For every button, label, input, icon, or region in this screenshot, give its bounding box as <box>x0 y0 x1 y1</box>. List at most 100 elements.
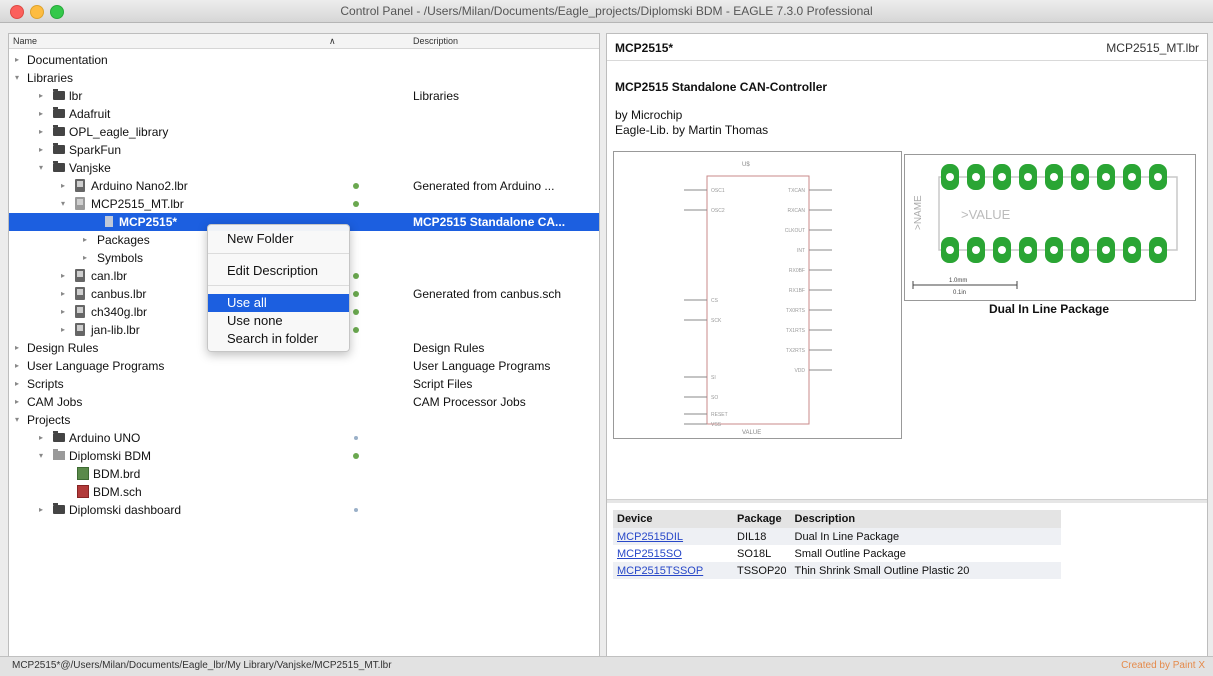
column-description[interactable]: Description <box>413 36 458 46</box>
tree-item-diplomski-dashboard[interactable]: ▸ Diplomski dashboard <box>9 501 599 519</box>
description-cell: Small Outline Package <box>794 547 906 560</box>
tree-item-adafruit[interactable]: ▸ Adafruit <box>9 105 599 123</box>
tree-item-projects[interactable]: ▾ Projects <box>9 411 599 429</box>
package-label: Dual In Line Package <box>988 302 1110 316</box>
expand-arrow-icon[interactable]: ▸ <box>39 123 49 141</box>
pad-drill-hole <box>1154 173 1162 181</box>
symbol-pin-label: SO <box>711 395 718 401</box>
tree-item-mcp2515-mt-lbr[interactable]: ▾ MCP2515_MT.lbr <box>9 195 599 213</box>
collapse-arrow-icon[interactable]: ▾ <box>15 411 25 429</box>
symbol-name-text: U$ <box>742 162 750 168</box>
menu-item-search-in-folder[interactable]: Search in folder <box>208 330 349 348</box>
tree-item-scripts[interactable]: ▸ Scripts Script Files <box>9 375 599 393</box>
tree-item-arduino-uno[interactable]: ▸ Arduino UNO <box>9 429 599 447</box>
library-file-icon <box>75 323 85 336</box>
in-use-indicator-icon[interactable] <box>353 273 359 279</box>
device-link[interactable]: MCP2515SO <box>613 545 733 562</box>
expand-arrow-icon[interactable]: ▸ <box>15 339 25 357</box>
not-in-use-indicator-icon[interactable] <box>354 508 358 512</box>
expand-arrow-icon[interactable]: ▸ <box>15 393 25 411</box>
tree-item-sparkfun[interactable]: ▸ SparkFun <box>9 141 599 159</box>
description-cell: Thin Shrink Small Outline Plastic 20 <box>794 564 970 577</box>
tree-item-description: Generated from canbus.sch <box>413 287 562 301</box>
in-use-indicator-icon[interactable] <box>353 183 359 189</box>
tree-item-bdm-brd[interactable]: BDM.brd <box>9 465 599 483</box>
in-use-indicator-icon[interactable] <box>353 201 359 207</box>
pad-drill-hole <box>1076 246 1084 254</box>
expand-arrow-icon[interactable]: ▸ <box>39 501 49 519</box>
expand-arrow-icon[interactable]: ▸ <box>61 177 71 195</box>
menu-item-edit-description[interactable]: Edit Description <box>208 262 349 280</box>
in-use-indicator-icon[interactable] <box>353 291 359 297</box>
collapse-arrow-icon[interactable]: ▾ <box>15 69 25 87</box>
tree-item-bdm-sch[interactable]: BDM.sch <box>9 483 599 501</box>
table-row[interactable]: MCP2515TSSOP TSSOP20 Thin Shrink Small O… <box>613 562 1061 579</box>
tree-item-description: User Language Programs <box>413 359 551 373</box>
menu-item-use-all[interactable]: Use all <box>208 294 349 312</box>
expand-arrow-icon[interactable]: ▸ <box>39 105 49 123</box>
expand-arrow-icon[interactable]: ▸ <box>61 285 71 303</box>
expand-arrow-icon[interactable]: ▸ <box>15 357 25 375</box>
folder-icon <box>53 107 65 118</box>
tree-item-libraries[interactable]: ▾ Libraries <box>9 69 599 87</box>
tree-item-vanjske[interactable]: ▾ Vanjske <box>9 159 599 177</box>
tree-item-opl-eagle-library[interactable]: ▸ OPL_eagle_library <box>9 123 599 141</box>
in-use-indicator-icon[interactable] <box>353 309 359 315</box>
expand-arrow-icon[interactable]: ▸ <box>39 429 49 447</box>
tree-item-user-language-programs[interactable]: ▸ User Language Programs User Language P… <box>9 357 599 375</box>
tree-item-label: OPL_eagle_library <box>69 125 169 139</box>
device-name: MCP2515* <box>615 41 674 55</box>
in-use-indicator-icon[interactable] <box>353 453 359 459</box>
pad-drill-hole <box>972 173 980 181</box>
pad-drill-hole <box>1050 246 1058 254</box>
symbol-pin-label: TX2RTS <box>786 348 806 354</box>
tree-item-label: User Language Programs <box>27 359 165 373</box>
in-use-indicator-icon[interactable] <box>353 327 359 333</box>
symbol-pin-label: INT <box>797 248 805 254</box>
device-link[interactable]: MCP2515TSSOP <box>613 562 733 579</box>
tree-item-arduino-nano2-lbr[interactable]: ▸ Arduino Nano2.lbr Generated from Ardui… <box>9 177 599 195</box>
tree-item-label: can.lbr <box>91 269 128 283</box>
detail-pane: MCP2515* MCP2515_MT.lbr MCP2515 Standalo… <box>606 33 1208 657</box>
expand-arrow-icon[interactable]: ▸ <box>15 375 25 393</box>
tree-item-lbr[interactable]: ▸ lbr Libraries <box>9 87 599 105</box>
collapse-arrow-icon[interactable]: ▾ <box>61 195 71 213</box>
tree-item-documentation[interactable]: ▸ Documentation <box>9 51 599 69</box>
collapse-arrow-icon[interactable]: ▾ <box>39 159 49 177</box>
package-cell: SO18L <box>737 547 772 560</box>
expand-arrow-icon[interactable]: ▸ <box>39 141 49 159</box>
tree-item-label: canbus.lbr <box>91 287 147 301</box>
tree-item-label: MCP2515_MT.lbr <box>91 197 184 211</box>
column-description[interactable]: Description <box>790 510 1061 528</box>
not-in-use-indicator-icon[interactable] <box>354 436 358 440</box>
collapse-arrow-icon[interactable]: ▾ <box>39 447 49 465</box>
symbol-pin-label: RX1BF <box>789 288 805 294</box>
pane-splitter[interactable] <box>607 499 1207 503</box>
pad-drill-hole <box>998 246 1006 254</box>
expand-arrow-icon[interactable]: ▸ <box>61 267 71 285</box>
folder-icon <box>53 89 65 100</box>
symbol-pin-label: CS <box>711 298 719 304</box>
table-header-row: Device Package Description <box>613 510 1061 528</box>
expand-arrow-icon[interactable]: ▸ <box>83 249 93 267</box>
table-row[interactable]: MCP2515SO SO18L Small Outline Package <box>613 545 1061 562</box>
expand-arrow-icon[interactable]: ▸ <box>39 87 49 105</box>
tree-item-cam-jobs[interactable]: ▸ CAM Jobs CAM Processor Jobs <box>9 393 599 411</box>
device-link[interactable]: MCP2515DIL <box>613 528 733 545</box>
expand-arrow-icon[interactable]: ▸ <box>83 231 93 249</box>
expand-arrow-icon[interactable]: ▸ <box>61 303 71 321</box>
table-row[interactable]: MCP2515DIL DIL18 Dual In Line Package <box>613 528 1061 545</box>
library-file-icon <box>75 269 85 282</box>
sort-indicator[interactable]: ∧ <box>329 36 336 47</box>
menu-item-use-none[interactable]: Use none <box>208 312 349 330</box>
expand-arrow-icon[interactable]: ▸ <box>15 51 25 69</box>
menu-item-new-folder[interactable]: New Folder <box>208 230 349 248</box>
column-device[interactable]: Device <box>613 510 733 528</box>
tree-item-diplomski-bdm[interactable]: ▾ Diplomski BDM <box>9 447 599 465</box>
symbol-pin-label: VSS <box>711 422 722 428</box>
expand-arrow-icon[interactable]: ▸ <box>61 321 71 339</box>
column-name[interactable]: Name <box>13 36 37 46</box>
dip-package-icon: >NAME >VALUE 1.0mm 0.1in <box>912 164 1178 296</box>
column-package[interactable]: Package <box>733 510 791 528</box>
tree-item-description: CAM Processor Jobs <box>413 395 526 409</box>
